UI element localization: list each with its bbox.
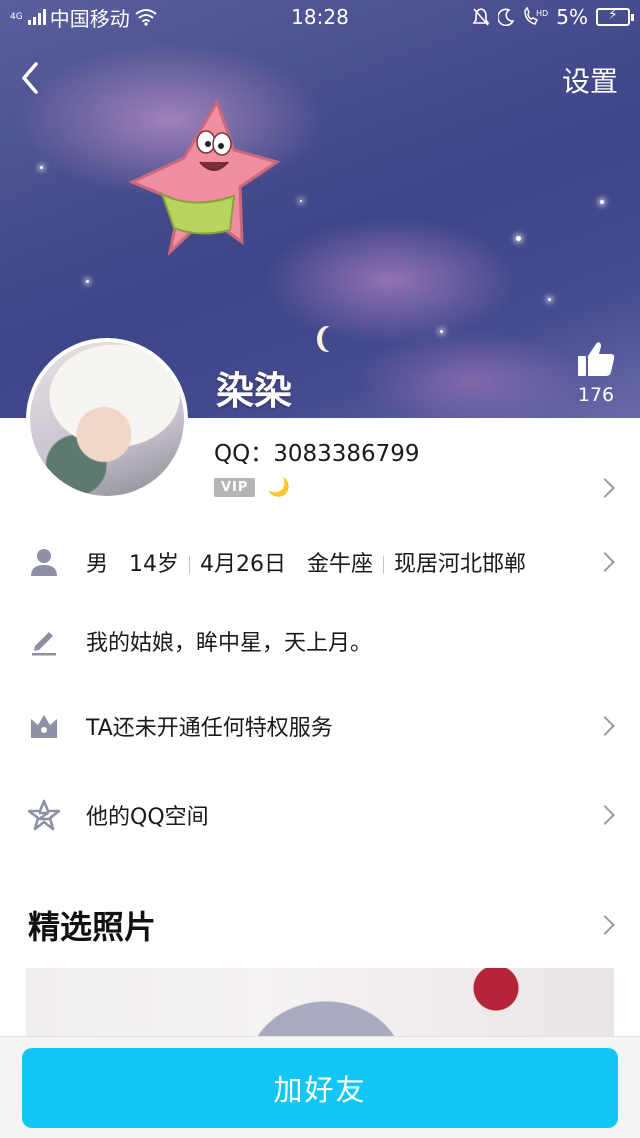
like-button[interactable]: 176 [576, 340, 616, 406]
avatar-image [30, 342, 184, 496]
basic-info-row[interactable]: 男 14岁 4月26日 金牛座 现居河北邯郸 [0, 527, 640, 597]
patrick-star-illustration [128, 98, 281, 257]
mute-icon [472, 8, 490, 26]
chevron-right-icon[interactable] [595, 478, 615, 498]
signal-icon [27, 9, 46, 25]
featured-photos-title: 精选照片 [28, 908, 157, 946]
privilege-row[interactable]: TA还未开通任何特权服务 [0, 691, 640, 761]
battery-percent: 5% [556, 5, 588, 29]
battery-icon: ⚡ [596, 7, 634, 26]
qzone-text: 他的QQ空间 [86, 805, 209, 830]
qq-number-line: QQ：3083386799 [214, 434, 420, 468]
hd-call-icon: HD [524, 7, 548, 25]
like-count: 176 [577, 384, 615, 406]
qq-number: 3083386799 [273, 441, 420, 467]
cover-star [300, 200, 302, 202]
birthday: 4月26日 [200, 552, 286, 577]
chevron-right-icon [595, 805, 615, 825]
featured-photo[interactable] [26, 968, 614, 1038]
nickname: 染染 [216, 369, 293, 413]
svg-text:HD: HD [536, 9, 548, 18]
thumbs-up-icon [578, 342, 615, 376]
cover-star [548, 298, 551, 301]
badge-row[interactable]: VIP 🌙 [214, 477, 290, 498]
add-friend-button[interactable]: 加好友 [22, 1048, 618, 1128]
avatar[interactable] [26, 338, 188, 500]
crown-icon [28, 710, 60, 742]
zodiac: 金牛座 [306, 552, 373, 577]
chevron-right-icon [595, 552, 615, 572]
pencil-icon [28, 625, 60, 657]
carrier-name: 中国移动 [49, 6, 130, 31]
location: 现居河北邯郸 [394, 552, 527, 577]
qq-label: QQ： [214, 441, 274, 467]
status-bar: 4G 中国移动 18:28 HD 5% ⚡ [0, 0, 640, 34]
signature-text: 我的姑娘，眸中星，天上月。 [86, 631, 373, 656]
cover-star [600, 200, 604, 204]
cover-star [40, 166, 43, 169]
privilege-text: TA还未开通任何特权服务 [86, 716, 333, 741]
settings-button[interactable]: 设置 [562, 60, 618, 100]
person-icon [28, 546, 60, 578]
featured-photos-chevron-icon[interactable] [595, 915, 615, 935]
qzone-row[interactable]: 他的QQ空间 [0, 780, 640, 850]
basic-info-text: 男 14岁 4月26日 金牛座 现居河北邯郸 [86, 546, 526, 578]
cover-star [440, 330, 443, 333]
age: 14岁 [129, 552, 179, 577]
cover-moon [322, 326, 342, 352]
moon-level-icon: 🌙 [267, 477, 290, 498]
gender: 男 [86, 552, 109, 577]
do-not-disturb-icon [498, 8, 515, 26]
qzone-star-icon [28, 799, 60, 831]
vip-badge[interactable]: VIP [214, 478, 256, 497]
back-button[interactable] [14, 58, 54, 98]
divider [189, 556, 190, 574]
cover-star [516, 236, 521, 241]
network-type: 4G [10, 11, 23, 22]
signature-row: 我的姑娘，眸中星，天上月。 [0, 606, 640, 676]
wifi-icon [135, 9, 157, 26]
chevron-right-icon [595, 716, 615, 736]
chevron-left-icon [22, 62, 38, 94]
cover-star [86, 280, 89, 283]
divider [383, 556, 384, 574]
